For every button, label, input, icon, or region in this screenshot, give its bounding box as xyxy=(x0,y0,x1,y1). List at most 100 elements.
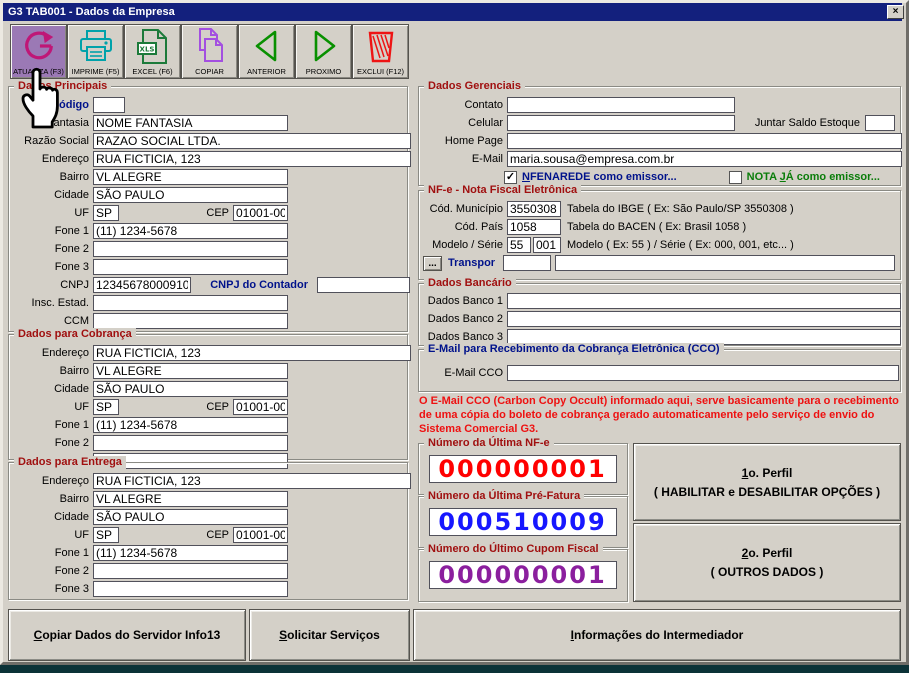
cnpj-field[interactable] xyxy=(93,277,191,293)
exclui-button[interactable]: EXCLUI (F12) xyxy=(352,24,409,79)
numero-cupom-value[interactable]: 000000001 xyxy=(429,561,617,589)
cobranca-endereco-label: Endereço xyxy=(13,347,89,359)
cobranca-fone2-field[interactable] xyxy=(93,435,288,451)
informacoes-intermediador-button[interactable]: Informações do Intermediador xyxy=(413,609,901,661)
svg-text:XLS: XLS xyxy=(139,45,154,53)
ccm-label: CCM xyxy=(13,315,89,327)
transpor-code-field[interactable] xyxy=(503,255,551,271)
dados-entrega-groupbox: Dados para Entrega Endereço Bairro Cidad… xyxy=(8,462,408,600)
cobranca-bairro-field[interactable] xyxy=(93,363,288,379)
numero-prefatura-value[interactable]: 000510009 xyxy=(429,508,617,536)
cobranca-uf-label: UF xyxy=(13,401,89,413)
excel-button[interactable]: XLS EXCEL (F6) xyxy=(124,24,181,79)
entrega-bairro-label: Bairro xyxy=(13,493,89,505)
numero-prefatura-groupbox: Número da Última Pré-Fatura 000510009 xyxy=(418,496,628,548)
close-button[interactable]: × xyxy=(887,5,904,19)
fone1-field[interactable] xyxy=(93,223,288,239)
insc-estad-row: Insc. Estad. xyxy=(13,295,402,311)
banco1-field[interactable] xyxy=(507,293,901,309)
perfil1-button[interactable]: 1o. Perfil ( HABILITAR e DESABILITAR OPÇ… xyxy=(633,443,901,521)
modelo-serie-hint: Modelo ( Ex: 55 ) / Série ( Ex: 000, 001… xyxy=(567,239,794,251)
cod-municipio-field[interactable] xyxy=(507,201,561,217)
insc-estad-field[interactable] xyxy=(93,295,288,311)
razao-social-field[interactable] xyxy=(93,133,411,149)
exclui-label: EXCLUI (F12) xyxy=(357,67,404,76)
entrega-bairro-field[interactable] xyxy=(93,491,288,507)
entrega-fone1-field[interactable] xyxy=(93,545,288,561)
dados-gerenciais-title: Dados Gerenciais xyxy=(424,80,525,93)
numero-nfe-value[interactable]: 000000001 xyxy=(429,455,617,483)
cobranca-cep-field[interactable] xyxy=(233,399,288,415)
refresh-icon xyxy=(20,27,58,65)
banco2-label: Dados Banco 2 xyxy=(423,313,503,325)
nfenarede-label: NFENAREDE como emissor... xyxy=(522,171,677,183)
proximo-button[interactable]: PROXIMO xyxy=(295,24,352,79)
fantasia-field[interactable] xyxy=(93,115,288,131)
emissor-checkbox-row: ✓ NFENAREDE como emissor... NOTA JÁ como… xyxy=(423,169,895,185)
entrega-cep-field[interactable] xyxy=(233,527,288,543)
informacoes-intermediador-label: Informações do Intermediador xyxy=(571,628,744,642)
cod-pais-field[interactable] xyxy=(507,219,561,235)
nfenarede-checkbox[interactable]: ✓ xyxy=(504,171,517,184)
entrega-uf-label: UF xyxy=(13,529,89,541)
entrega-fone3-field[interactable] xyxy=(93,581,288,597)
numero-nfe-title: Número da Última NF-e xyxy=(424,437,554,450)
entrega-uf-field[interactable] xyxy=(93,527,119,543)
atualiza-button[interactable]: ATUALIZA (F3) xyxy=(10,24,67,79)
homepage-row: Home Page xyxy=(423,133,895,149)
cidade-field[interactable] xyxy=(93,187,288,203)
notaja-label: NOTA JÁ como emissor... xyxy=(747,171,880,183)
email-field[interactable] xyxy=(507,151,902,167)
modelo-field[interactable] xyxy=(507,237,531,253)
email-cco-field[interactable] xyxy=(507,365,899,381)
ccm-field[interactable] xyxy=(93,313,288,329)
celular-field[interactable] xyxy=(507,115,735,131)
transpor-browse-button[interactable]: ... xyxy=(423,256,442,271)
transpor-name-field[interactable] xyxy=(555,255,895,271)
homepage-field[interactable] xyxy=(507,133,902,149)
cobranca-uf-field[interactable] xyxy=(93,399,119,415)
fone2-row: Fone 2 xyxy=(13,241,402,257)
contato-row: Contato xyxy=(423,97,895,113)
juntar-saldo-estoque-field[interactable] xyxy=(865,115,895,131)
anterior-button[interactable]: ANTERIOR xyxy=(238,24,295,79)
serie-field[interactable] xyxy=(533,237,561,253)
entrega-fone3-label: Fone 3 xyxy=(13,583,89,595)
solicitar-servicos-button[interactable]: Solicitar Serviços xyxy=(249,609,410,661)
perfil1-line1: 1o. Perfil xyxy=(742,466,793,480)
entrega-endereco-row: Endereço xyxy=(13,473,402,489)
fantasia-label: Fantasia xyxy=(13,117,89,129)
atualiza-label: ATUALIZA (F3) xyxy=(13,67,64,76)
entrega-fone2-field[interactable] xyxy=(93,563,288,579)
cobranca-cidade-field[interactable] xyxy=(93,381,288,397)
fone3-field[interactable] xyxy=(93,259,288,275)
cnpj-contador-field[interactable] xyxy=(317,277,410,293)
entrega-endereco-field[interactable] xyxy=(93,473,411,489)
cobranca-endereco-field[interactable] xyxy=(93,345,411,361)
email-label: E-Mail xyxy=(423,153,503,165)
cobranca-fone1-field[interactable] xyxy=(93,417,288,433)
copiar-button[interactable]: COPIAR xyxy=(181,24,238,79)
bairro-label: Bairro xyxy=(13,171,89,183)
imprime-button[interactable]: IMPRIME (F5) xyxy=(67,24,124,79)
cep-field[interactable] xyxy=(233,205,288,221)
entrega-cidade-field[interactable] xyxy=(93,509,288,525)
uf-field[interactable] xyxy=(93,205,119,221)
cnpj-row: CNPJ CNPJ do Contador xyxy=(13,277,402,293)
bairro-field[interactable] xyxy=(93,169,288,185)
razao-social-row: Razão Social xyxy=(13,133,402,149)
previous-arrow-icon xyxy=(249,27,285,65)
endereco-row: Endereço xyxy=(13,151,402,167)
notaja-checkbox[interactable] xyxy=(729,171,742,184)
copiar-servidor-button[interactable]: Copiar Dados do Servidor Info13 xyxy=(8,609,246,661)
cco-title: E-Mail para Recebimento da Cobrança Elet… xyxy=(424,343,724,356)
trash-icon xyxy=(364,27,398,65)
endereco-field[interactable] xyxy=(93,151,411,167)
dados-gerenciais-groupbox: Dados Gerenciais Contato Celular Juntar … xyxy=(418,86,901,186)
codigo-field[interactable] xyxy=(93,97,125,113)
fone2-field[interactable] xyxy=(93,241,288,257)
banco2-field[interactable] xyxy=(507,311,901,327)
cod-municipio-row: Cód. Município Tabela do IBGE ( Ex: São … xyxy=(423,201,895,217)
contato-field[interactable] xyxy=(507,97,735,113)
perfil2-button[interactable]: 2o. Perfil ( OUTROS DADOS ) xyxy=(633,523,901,602)
